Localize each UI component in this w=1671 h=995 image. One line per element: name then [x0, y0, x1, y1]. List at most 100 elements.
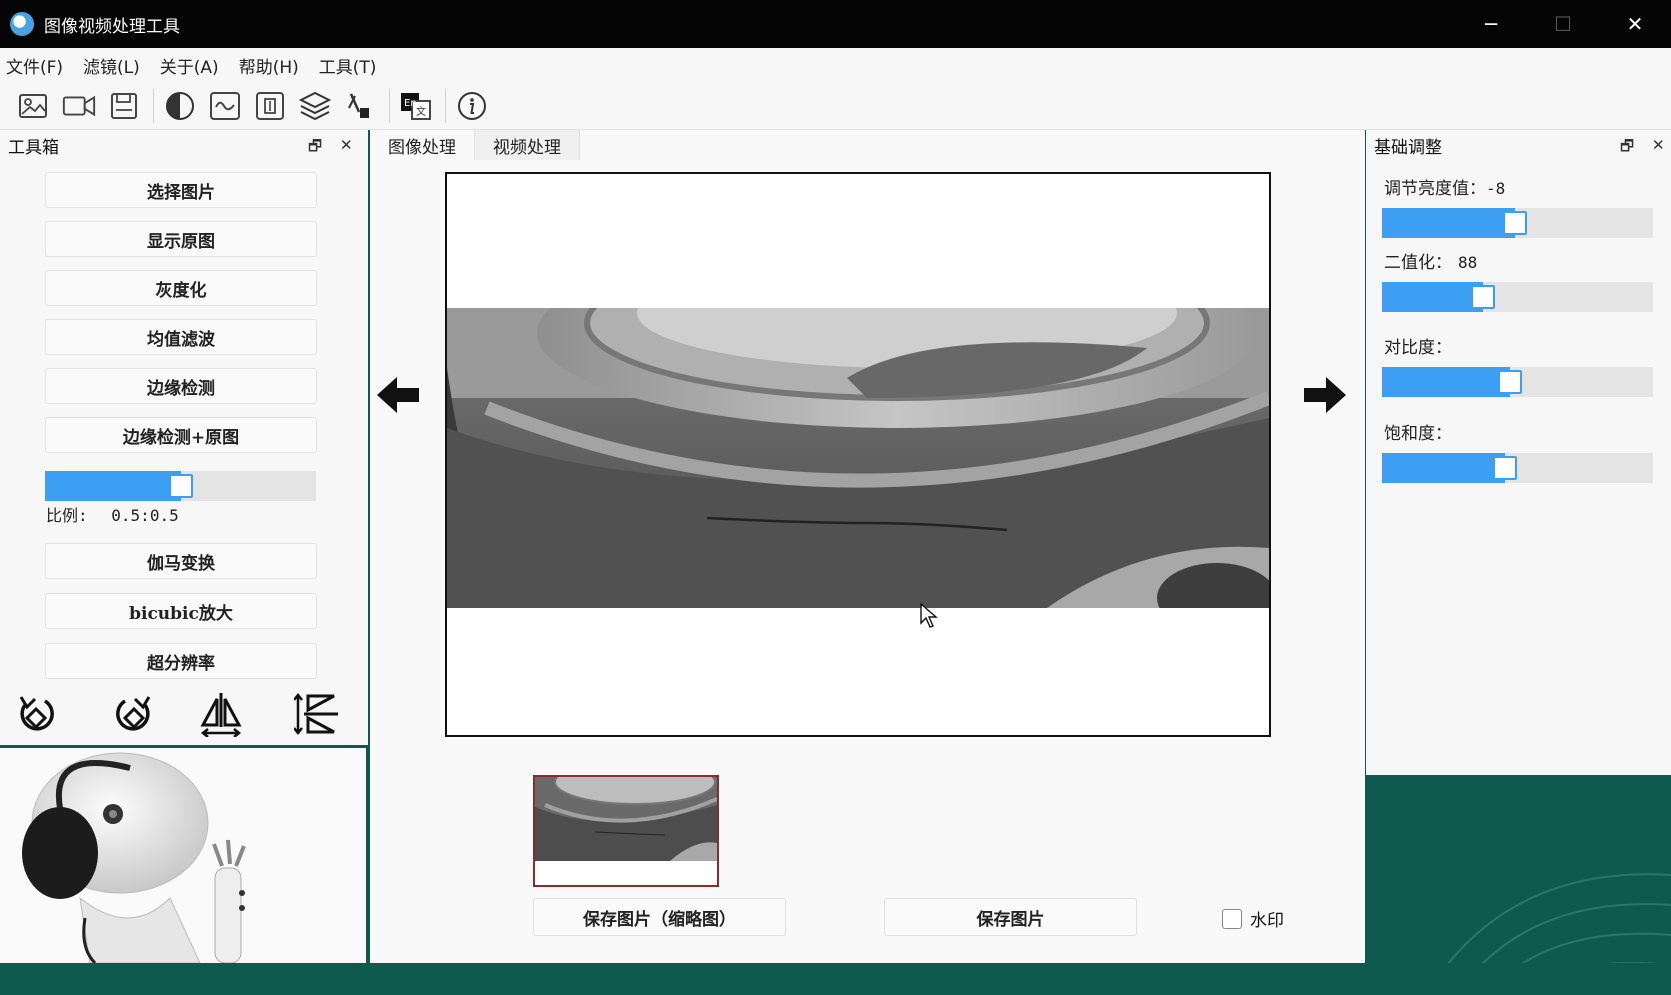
toolbar-separator: [153, 88, 154, 123]
binarize-slider[interactable]: [1382, 282, 1653, 312]
robot-illustration: [0, 748, 366, 963]
show-original-button[interactable]: 显示原图: [45, 221, 317, 257]
save-icon[interactable]: [106, 88, 142, 124]
brightness-value: -8: [1486, 179, 1506, 198]
select-image-button[interactable]: 选择图片: [45, 172, 317, 208]
layers-icon[interactable]: [297, 88, 333, 124]
minimize-button[interactable]: ─: [1455, 0, 1527, 48]
thumbnail-image: [535, 777, 717, 861]
filter-icon[interactable]: [252, 88, 288, 124]
menu-about[interactable]: 关于(A): [160, 53, 219, 78]
float-dock-icon[interactable]: 🗗: [1620, 136, 1634, 161]
binarize-slider-fill: [1382, 282, 1483, 312]
maximize-button[interactable]: ☐: [1527, 0, 1599, 48]
grayscale-button[interactable]: 灰度化: [45, 270, 317, 306]
saturation-label-row: 饱和度：: [1384, 419, 1452, 444]
toolbar-separator: [389, 88, 390, 123]
saturation-slider[interactable]: [1382, 453, 1653, 483]
brightness-label: 调节亮度值：: [1384, 179, 1486, 199]
translate-icon[interactable]: En 文: [398, 88, 434, 124]
close-dock-icon[interactable]: ✕: [340, 136, 353, 154]
menu-tools[interactable]: 工具(T): [319, 53, 377, 78]
watermark-option[interactable]: 水印: [1222, 906, 1284, 931]
window-controls: ─ ☐ ✕: [1455, 0, 1671, 48]
watermark-label: 水印: [1250, 911, 1284, 931]
edge-detect-original-button[interactable]: 边缘检测+原图: [45, 417, 317, 453]
brightness-label-row: 调节亮度值：-8: [1384, 174, 1505, 199]
processed-image: [447, 308, 1269, 608]
brightness-slider-handle[interactable]: [1503, 211, 1527, 235]
app-logo-icon: [10, 12, 34, 36]
mean-filter-button[interactable]: 均值滤波: [45, 319, 317, 355]
basic-adjust-title: 基础调整: [1374, 137, 1442, 158]
menu-bar: 文件(F) 滤镜(L) 关于(A) 帮助(H) 工具(T): [0, 48, 1671, 82]
svg-text:文: 文: [416, 105, 426, 118]
ratio-label: 比例:: [46, 506, 88, 525]
binarize-label-row: 二值化： 88: [1384, 248, 1477, 273]
image-canvas[interactable]: [445, 172, 1271, 737]
toolbox-header: 工具箱 🗗 ✕: [0, 130, 368, 160]
menu-file[interactable]: 文件(F): [6, 53, 63, 78]
save-image-button[interactable]: 保存图片: [884, 898, 1137, 936]
brightness-slider[interactable]: [1382, 208, 1653, 238]
wave-icon[interactable]: [207, 88, 243, 124]
mode-tabs: 图像处理 视频处理: [370, 130, 580, 160]
thumbnail-preview[interactable]: [533, 775, 719, 887]
edge-detect-button[interactable]: 边缘检测: [45, 368, 317, 404]
saturation-label: 饱和度：: [1384, 424, 1452, 444]
contrast-label-row: 对比度：: [1384, 333, 1452, 358]
ratio-slider[interactable]: [45, 471, 316, 501]
info-icon[interactable]: [454, 88, 490, 124]
ratio-readout: 比例: 0.5:0.5: [46, 502, 179, 526]
tab-video-processing[interactable]: 视频处理: [475, 130, 580, 160]
menu-filter[interactable]: 滤镜(L): [83, 53, 140, 78]
float-dock-icon[interactable]: 🗗: [308, 136, 322, 161]
mouse-cursor-icon: [920, 603, 938, 628]
save-thumbnail-button[interactable]: 保存图片（缩略图）: [533, 898, 786, 936]
contrast-label: 对比度：: [1384, 338, 1452, 358]
binarize-label: 二值化：: [1384, 253, 1452, 273]
title-bar: 图像视频处理工具 ─ ☐ ✕: [0, 0, 1671, 48]
toolbar: En 文: [0, 82, 1671, 130]
binarize-slider-handle[interactable]: [1471, 285, 1495, 309]
next-image-arrow-icon[interactable]: [1302, 375, 1348, 415]
close-dock-icon[interactable]: ✕: [1652, 136, 1665, 154]
ratio-value: 0.5:0.5: [111, 506, 179, 525]
background-pattern: [1425, 873, 1671, 995]
contrast-slider-handle[interactable]: [1498, 370, 1522, 394]
saturation-slider-fill: [1382, 453, 1505, 483]
previous-image-arrow-icon[interactable]: [375, 375, 421, 415]
image-icon[interactable]: [16, 88, 52, 124]
close-button[interactable]: ✕: [1599, 0, 1671, 48]
flip-vertical-icon[interactable]: [294, 691, 340, 737]
rotate-right-icon[interactable]: [111, 691, 157, 737]
saturation-slider-handle[interactable]: [1493, 456, 1517, 480]
bicubic-upscale-button[interactable]: bicubic放大: [45, 593, 317, 629]
toolbar-separator: [445, 88, 446, 123]
contrast-icon[interactable]: [162, 88, 198, 124]
tab-image-processing[interactable]: 图像处理: [370, 130, 475, 160]
toolbox-dock: 工具箱 🗗 ✕ 选择图片 显示原图 灰度化 均值滤波 边缘检测 边缘检测+原图 …: [0, 130, 368, 745]
window-title: 图像视频处理工具: [44, 16, 180, 37]
gamma-transform-button[interactable]: 伽马变换: [45, 543, 317, 579]
brightness-slider-fill: [1382, 208, 1515, 238]
flip-horizontal-icon[interactable]: [198, 691, 244, 737]
binarize-value: 88: [1458, 253, 1478, 272]
status-strip: [0, 963, 1671, 995]
super-resolution-button[interactable]: 超分辨率: [45, 643, 317, 679]
transform-icons-row: [0, 683, 368, 743]
rotate-left-icon[interactable]: [13, 691, 59, 737]
ratio-slider-fill: [45, 471, 181, 501]
basic-adjust-dock: 基础调整 🗗 ✕ 调节亮度值：-8 二值化： 88 对比度： 饱和度：: [1366, 130, 1671, 775]
video-icon[interactable]: [61, 88, 97, 124]
watermark-checkbox[interactable]: [1222, 908, 1242, 929]
pipette-icon[interactable]: [342, 88, 378, 124]
contrast-slider[interactable]: [1382, 367, 1653, 397]
center-workspace: 图像处理 视频处理 保存图片（缩略图） 保存图片 水印: [370, 130, 1365, 963]
svg-text:En: En: [404, 98, 417, 109]
toolbox-title: 工具箱: [8, 137, 59, 158]
ratio-slider-handle[interactable]: [169, 474, 193, 498]
contrast-slider-fill: [1382, 367, 1510, 397]
menu-help[interactable]: 帮助(H): [239, 53, 299, 78]
basic-adjust-header: 基础调整 🗗 ✕: [1366, 130, 1671, 160]
